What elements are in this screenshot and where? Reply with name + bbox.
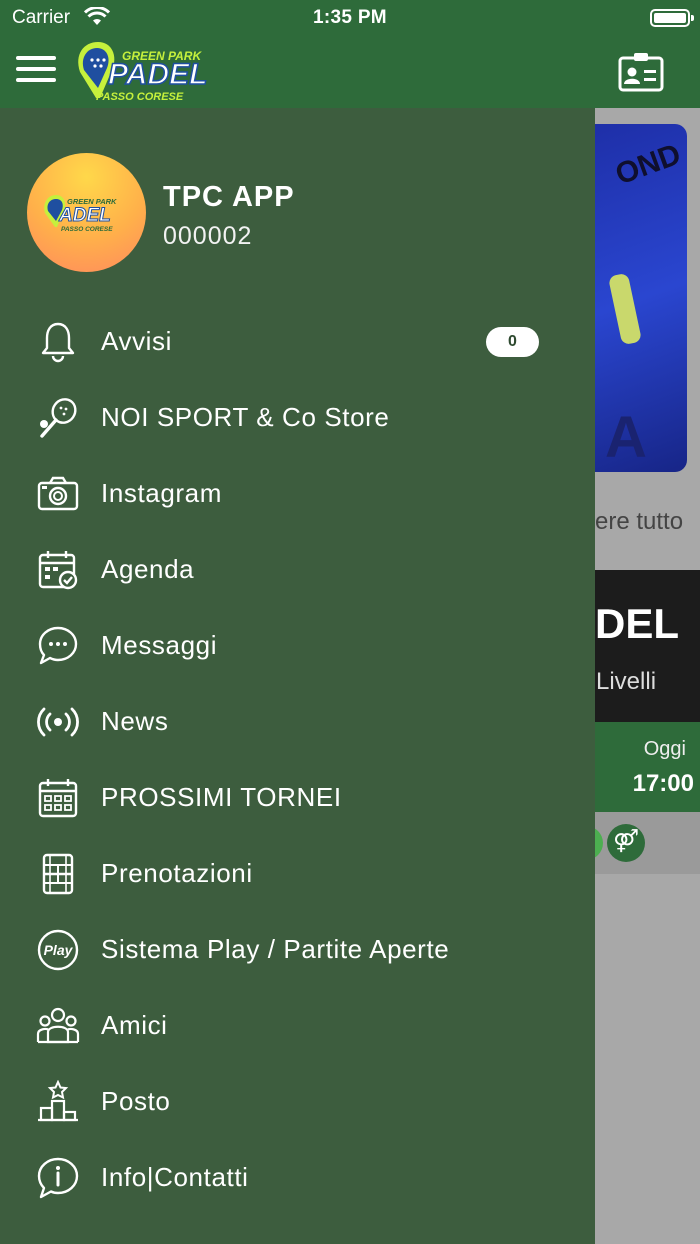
- menu-item-label: Instagram: [101, 478, 223, 508]
- calendar-check-icon: [36, 548, 80, 592]
- court-icon: [36, 852, 80, 896]
- avatar[interactable]: GREEN PARK ADEL PASSO CORESE: [27, 153, 146, 272]
- profile-name: TPC APP: [163, 181, 295, 213]
- camera-icon: [36, 472, 80, 516]
- broadcast-icon: [36, 700, 80, 744]
- menu-item-agenda[interactable]: Agenda: [0, 532, 595, 608]
- match-card-subtitle: Livelli: [596, 668, 657, 695]
- status-bar: Carrier 1:35 PM: [0, 0, 700, 36]
- menu-item-store[interactable]: NOI SPORT & Co Store: [0, 380, 595, 456]
- menu-item-info[interactable]: Info|Contatti: [0, 1140, 595, 1216]
- play-logo-icon: Play: [36, 928, 80, 972]
- menu-item-label: Sistema Play / Partite Aperte: [101, 934, 450, 964]
- notification-count-badge: 0: [486, 327, 539, 357]
- battery-icon: [650, 9, 694, 27]
- logo-main-text: PADEL: [108, 58, 207, 91]
- menu-item-label: Avvisi: [101, 326, 173, 356]
- match-card-title: DEL: [595, 600, 679, 647]
- bell-icon: [36, 320, 80, 364]
- membership-card-icon[interactable]: [618, 52, 664, 92]
- menu-item-avvisi[interactable]: Avvisi 0: [0, 304, 595, 380]
- menu-item-label: Prenotazioni: [101, 858, 253, 888]
- padel-racket-icon: [36, 396, 80, 440]
- menu-item-messaggi[interactable]: Messaggi: [0, 608, 595, 684]
- app-header: Carrier 1:35 PM GREEN PARK PADEL PASSO C…: [0, 0, 700, 108]
- match-day: Oggi: [643, 738, 686, 760]
- calendar-grid-icon: [36, 776, 80, 820]
- friends-icon: [36, 1004, 80, 1048]
- gender-mixed-icon: [607, 824, 645, 862]
- menu-item-label: Messaggi: [101, 630, 218, 660]
- see-all-link: ere tutto: [595, 508, 684, 535]
- menu-item-label: Posto: [101, 1086, 171, 1116]
- svg-text:Play: Play: [44, 942, 74, 958]
- chat-bubble-icon: [36, 624, 80, 668]
- match-time: 17:00: [632, 770, 694, 797]
- info-bubble-icon: [36, 1156, 80, 1200]
- menu-item-label: Agenda: [101, 554, 195, 584]
- menu-item-prenotazioni[interactable]: Prenotazioni: [0, 836, 595, 912]
- menu-item-label: Amici: [101, 1010, 168, 1040]
- home-content-dimmed: OND A ere tutto DEL Livelli Oggi 17:00: [595, 108, 700, 1244]
- match-card: DEL Livelli Oggi 17:00: [595, 570, 700, 874]
- app-logo: GREEN PARK PADEL PASSO CORESE: [70, 40, 230, 104]
- menu-item-news[interactable]: News: [0, 684, 595, 760]
- menu-item-tornei[interactable]: PROSSIMI TORNEI: [0, 760, 595, 836]
- menu-item-label: Info|Contatti: [101, 1162, 249, 1192]
- menu-item-label: PROSSIMI TORNEI: [101, 782, 342, 812]
- menu-item-instagram[interactable]: Instagram: [0, 456, 595, 532]
- drawer-menu: Avvisi 0 NOI SPORT & Co Store Instagram …: [0, 304, 595, 1216]
- menu-toggle-button[interactable]: [16, 54, 58, 84]
- side-drawer: GREEN PARK ADEL PASSO CORESE TPC APP 000…: [0, 108, 595, 1244]
- menu-item-amici[interactable]: Amici: [0, 988, 595, 1064]
- logo-bottom-text: PASSO CORESE: [96, 91, 184, 103]
- menu-item-label: NOI SPORT & Co Store: [101, 402, 390, 432]
- profile-code: 000002: [163, 222, 253, 250]
- menu-item-label: News: [101, 706, 169, 736]
- svg-text:PASSO CORESE: PASSO CORESE: [61, 226, 113, 233]
- banner-image: OND A: [595, 124, 687, 472]
- clock: 1:35 PM: [313, 7, 387, 28]
- menu-item-posto[interactable]: Posto: [0, 1064, 595, 1140]
- svg-text:ADEL: ADEL: [58, 205, 111, 226]
- menu-item-play[interactable]: Play Sistema Play / Partite Aperte: [0, 912, 595, 988]
- podium-icon: [36, 1079, 80, 1124]
